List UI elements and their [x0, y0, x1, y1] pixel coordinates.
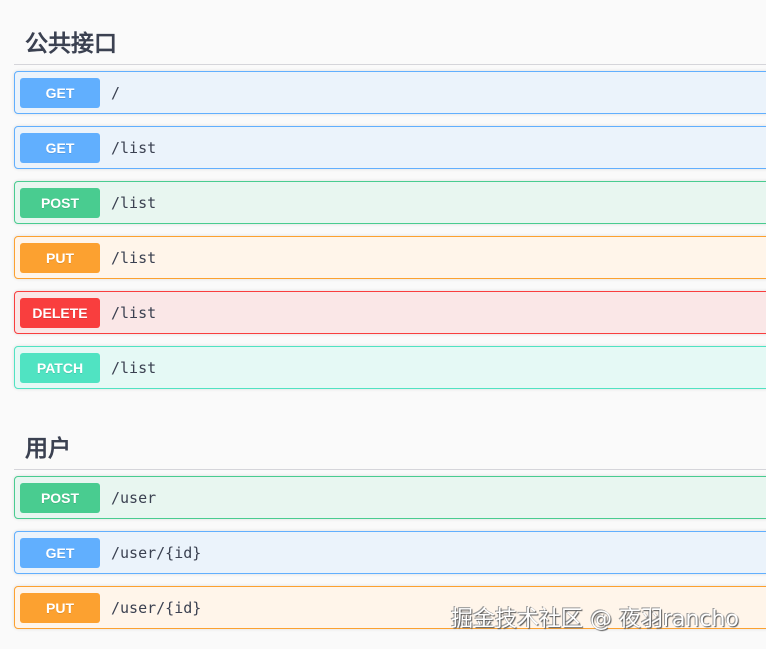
method-badge: PATCH [20, 352, 100, 383]
operation-post[interactable]: POST/list [14, 181, 766, 224]
operation-path: /list [111, 358, 157, 377]
method-badge: PUT [20, 242, 100, 273]
tag-section-public: 公共接口 GET / GET/list POST/list PUT/list DELETE /… [14, 18, 766, 401]
method-badge: PUT [20, 592, 100, 623]
tag-header[interactable]: 用户 [14, 423, 766, 470]
operation-path: /list [111, 303, 157, 322]
operation-path: /list [111, 193, 157, 212]
tag-header[interactable]: 公共接口 [14, 18, 766, 65]
method-badge: GET [20, 77, 100, 108]
method-badge: DELETE [20, 297, 100, 328]
method-badge: POST [20, 187, 100, 218]
operation-delete[interactable]: DELETE/list [14, 291, 766, 334]
operation-get[interactable]: GET/list [14, 126, 766, 169]
operation-put[interactable]: PUT/list [14, 236, 766, 279]
operation-post[interactable]: POST/user [14, 476, 766, 519]
operation-path: /user/{id} [111, 543, 202, 562]
operation-path: / [111, 83, 121, 102]
operation-path: /list [111, 248, 157, 267]
operation-path: /list [111, 138, 157, 157]
operation-path: /user [111, 488, 157, 507]
watermark: 掘金技术社区 @ 夜羽rancho [451, 607, 739, 632]
operation-get[interactable]: GET/user/{id} [14, 531, 766, 574]
operation-patch[interactable]: PATCH/list [14, 346, 766, 389]
operation-path: /user/{id} [111, 598, 202, 617]
operation-get[interactable]: GET / [14, 71, 766, 114]
method-badge: POST [20, 482, 100, 513]
method-badge: GET [20, 132, 100, 163]
method-badge: GET [20, 537, 100, 568]
